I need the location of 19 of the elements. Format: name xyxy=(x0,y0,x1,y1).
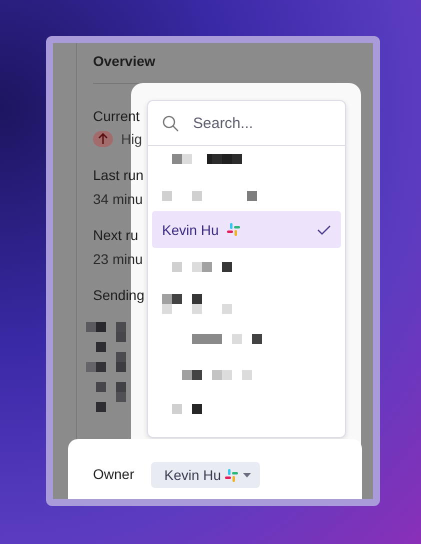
field-label: Last run xyxy=(93,167,145,183)
up-arrow-icon xyxy=(93,131,113,147)
search-icon xyxy=(162,114,179,132)
caret-icon xyxy=(242,472,252,478)
dropdown-option[interactable]: Kevin Hu xyxy=(152,211,341,248)
section-title: Overview xyxy=(93,53,156,69)
slack-icon xyxy=(226,223,240,236)
check-icon xyxy=(317,224,331,234)
pixelated-text-drawing xyxy=(172,262,232,272)
pixelated-text-drawing xyxy=(192,334,262,344)
pixelated-text-drawing xyxy=(162,294,232,314)
field-label: Next ru xyxy=(93,227,140,243)
pixelated-text-drawing xyxy=(172,154,242,164)
owner-label: Owner xyxy=(93,466,134,482)
pixelated-text-drawing xyxy=(182,370,252,380)
slack-icon xyxy=(225,468,238,482)
owner-select[interactable]: Kevin Hu xyxy=(151,462,260,488)
search-field[interactable]: Search... xyxy=(193,114,323,132)
pixelated-text-drawing xyxy=(172,404,202,414)
